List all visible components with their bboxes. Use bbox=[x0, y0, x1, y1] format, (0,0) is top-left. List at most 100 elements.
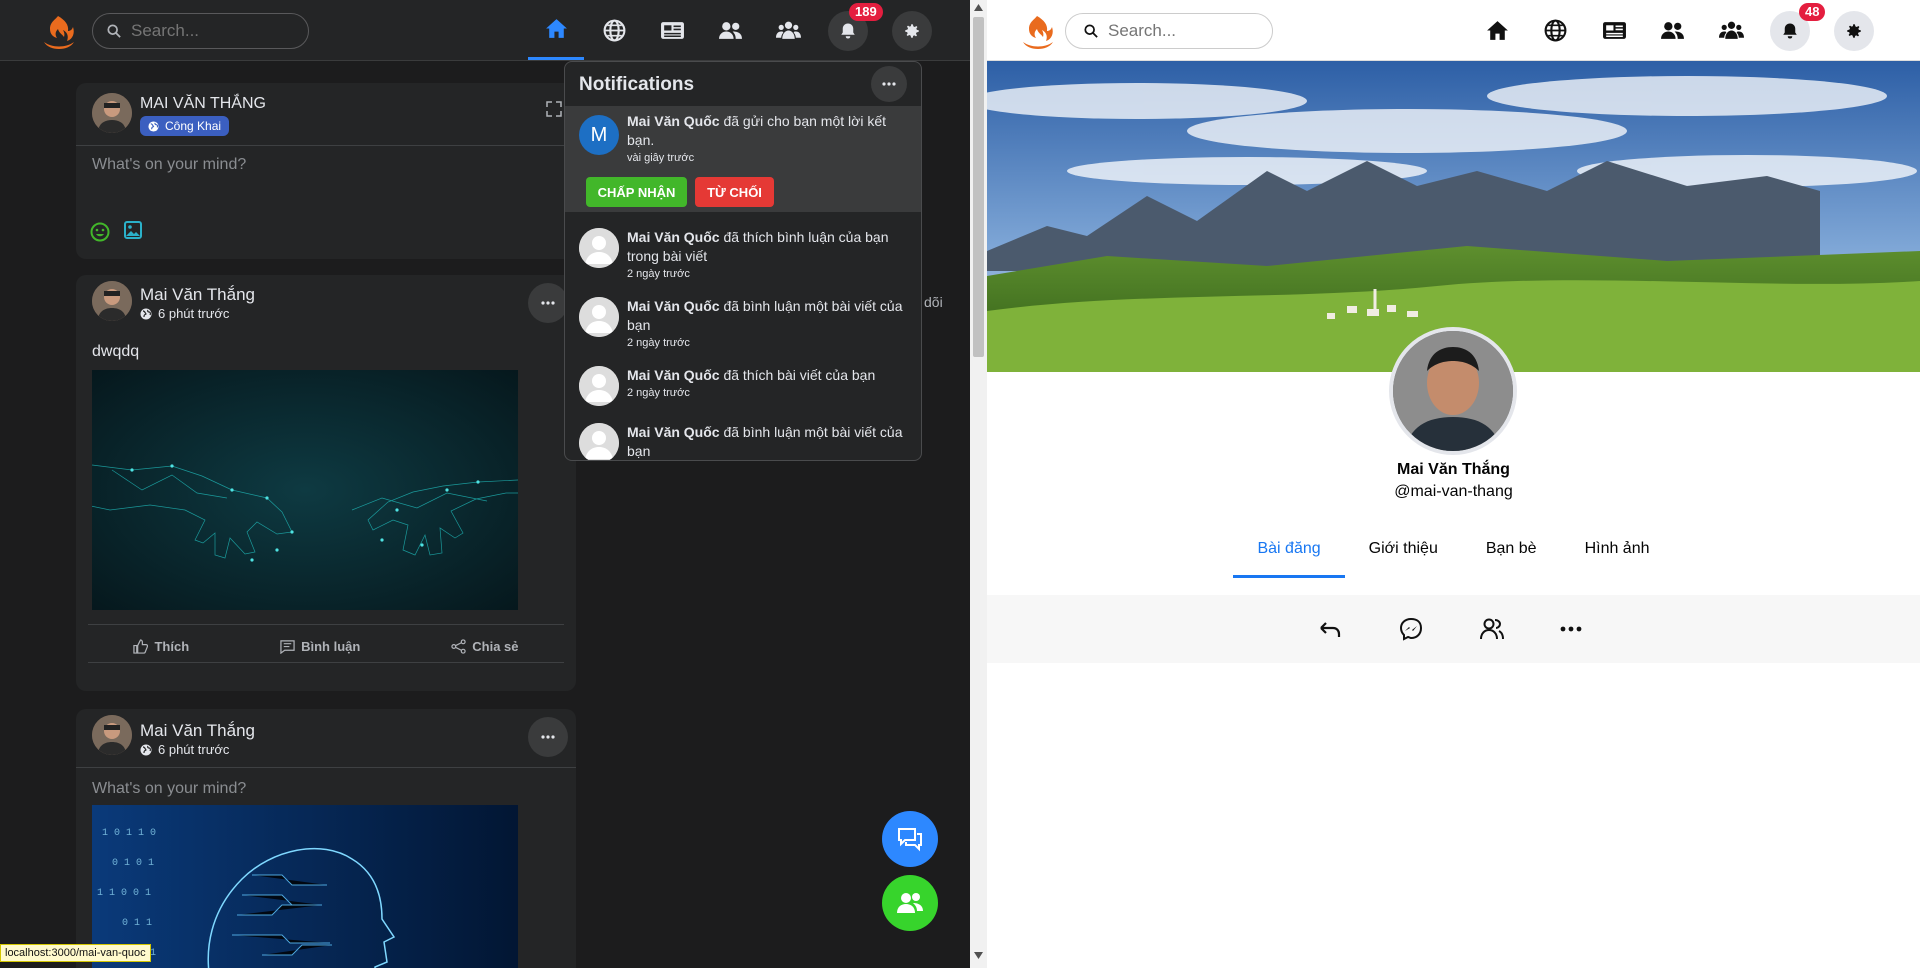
nav-explore[interactable] bbox=[1527, 0, 1583, 60]
like-label: Thích bbox=[154, 638, 190, 654]
gear-icon bbox=[905, 24, 919, 38]
notification-count-badge: 48 bbox=[1799, 3, 1826, 21]
post-author[interactable]: Mai Văn Thắng bbox=[140, 721, 255, 741]
post-meta: 6 phút trước bbox=[140, 306, 229, 321]
contacts-button[interactable] bbox=[882, 875, 938, 931]
contacts-icon bbox=[897, 893, 923, 913]
scroll-up-icon[interactable] bbox=[974, 4, 983, 11]
settings-button[interactable] bbox=[1834, 11, 1874, 51]
nav-explore[interactable] bbox=[586, 0, 642, 60]
nav-friends[interactable] bbox=[702, 0, 758, 60]
share-icon bbox=[451, 638, 466, 654]
notifications-options-button[interactable] bbox=[871, 66, 907, 102]
expand-icon[interactable] bbox=[546, 101, 562, 117]
globe-icon bbox=[1544, 19, 1566, 41]
post-text: What's on your mind? bbox=[92, 780, 247, 797]
notification-item[interactable]: Mai Văn Quốc đã bình luận một bài viết c… bbox=[565, 423, 921, 460]
status-bar-url: localhost:3000/mai-van-quoc bbox=[0, 944, 151, 962]
avatar bbox=[579, 297, 619, 337]
post-options-button[interactable] bbox=[528, 717, 568, 757]
notification-text: Mai Văn Quốc đã bình luận một bài viết c… bbox=[627, 423, 912, 460]
post-options-button[interactable] bbox=[528, 283, 568, 323]
search-input[interactable] bbox=[131, 21, 281, 41]
notification-item[interactable]: Mai Văn Quốc đã thích bình luận của bạn … bbox=[565, 228, 921, 288]
composer-input[interactable]: What's on your mind? bbox=[92, 156, 246, 174]
post-actions: Thích Bình luận Chia sẻ bbox=[88, 633, 564, 659]
composer-username: MAI VĂN THẮNG bbox=[140, 95, 266, 112]
tab-about[interactable]: Giới thiệu bbox=[1345, 530, 1462, 578]
groups-icon bbox=[1718, 21, 1744, 39]
notification-count-badge: 189 bbox=[849, 3, 883, 21]
more-icon[interactable] bbox=[1560, 626, 1582, 632]
post-author[interactable]: Mai Văn Thắng bbox=[140, 285, 255, 305]
undo-icon[interactable] bbox=[1318, 618, 1342, 640]
nav-groups[interactable] bbox=[760, 0, 816, 60]
newspaper-icon bbox=[660, 21, 684, 39]
nav-groups[interactable] bbox=[1703, 0, 1759, 60]
like-icon bbox=[133, 638, 149, 654]
more-icon bbox=[541, 735, 555, 739]
nav-news[interactable] bbox=[1586, 0, 1642, 60]
tab-friends[interactable]: Bạn bè bbox=[1462, 530, 1561, 578]
scroll-down-icon[interactable] bbox=[974, 952, 983, 959]
svg-text:1 0 1 1 0: 1 0 1 1 0 bbox=[102, 828, 156, 839]
scrollbar-thumb[interactable] bbox=[973, 17, 984, 357]
messenger-icon[interactable] bbox=[1399, 617, 1423, 641]
nav-friends[interactable] bbox=[1644, 0, 1700, 60]
post-image[interactable]: 1 0 1 1 00 1 0 11 1 0 0 10 1 11 0 1 0 1 bbox=[92, 805, 518, 968]
post-time: 6 phút trước bbox=[158, 742, 230, 757]
friends-icon bbox=[718, 21, 742, 39]
search-input[interactable] bbox=[1108, 21, 1258, 41]
search-icon bbox=[1084, 24, 1098, 38]
app-logo[interactable] bbox=[1017, 12, 1057, 50]
avatar[interactable] bbox=[92, 93, 132, 133]
avatar[interactable] bbox=[92, 281, 132, 321]
notification-text: Mai Văn Quốc đã thích bình luận của bạn … bbox=[627, 228, 912, 266]
like-button[interactable]: Thích bbox=[133, 633, 189, 659]
avatar bbox=[579, 228, 619, 268]
notification-actor: Mai Văn Quốc bbox=[627, 229, 720, 245]
friends-icon bbox=[1660, 21, 1684, 39]
avatar: M bbox=[579, 115, 619, 155]
tab-posts[interactable]: Bài đăng bbox=[1233, 530, 1345, 578]
nav-news[interactable] bbox=[644, 0, 700, 60]
comment-label: Bình luận bbox=[301, 638, 361, 654]
notification-actor: Mai Văn Quốc bbox=[627, 424, 720, 440]
top-navbar: 189 bbox=[0, 0, 970, 61]
search-bar[interactable] bbox=[92, 13, 309, 49]
chat-button[interactable] bbox=[882, 811, 938, 867]
notification-actor: Mai Văn Quốc bbox=[627, 298, 720, 314]
avatar[interactable] bbox=[92, 715, 132, 755]
notification-item[interactable]: Mai Văn Quốc đã bình luận một bài viết c… bbox=[565, 297, 921, 357]
privacy-selector[interactable]: Công Khai bbox=[140, 116, 230, 136]
notification-actor: Mai Văn Quốc bbox=[627, 367, 720, 383]
app-logo[interactable] bbox=[38, 12, 78, 50]
globe-icon bbox=[140, 744, 152, 755]
nav-home[interactable] bbox=[528, 0, 584, 60]
friends-icon[interactable] bbox=[1479, 617, 1505, 641]
top-navbar: 48 bbox=[987, 0, 1920, 61]
profile-avatar[interactable] bbox=[1389, 327, 1517, 455]
profile-tabs: Bài đăng Giới thiệu Bạn bè Hình ảnh bbox=[987, 530, 1920, 578]
search-bar[interactable] bbox=[1065, 13, 1273, 49]
reject-button[interactable]: TỪ CHỐI bbox=[695, 177, 774, 207]
comment-button[interactable]: Bình luận bbox=[280, 633, 360, 659]
svg-text:1 1 0 0 1: 1 1 0 0 1 bbox=[97, 888, 151, 899]
search-icon bbox=[107, 24, 121, 38]
scrollbar[interactable] bbox=[970, 0, 987, 968]
emoji-icon[interactable] bbox=[90, 222, 110, 242]
nav-home[interactable] bbox=[1469, 0, 1525, 60]
image-icon[interactable] bbox=[124, 221, 142, 239]
notification-item[interactable]: Mai Văn Quốc đã thích bài viết của bạn 2… bbox=[565, 366, 921, 412]
notification-item[interactable]: M Mai Văn Quốc đã gửi cho bạn một lời kế… bbox=[565, 106, 921, 212]
settings-button[interactable] bbox=[892, 11, 932, 51]
post-image[interactable] bbox=[92, 370, 518, 610]
cover-photo[interactable] bbox=[987, 61, 1920, 372]
accept-button[interactable]: CHẤP NHẬN bbox=[586, 177, 687, 207]
notification-time: 2 ngày trước bbox=[627, 337, 690, 349]
post-card: Mai Văn Thắng 6 phút trước dwqdq Thích B… bbox=[76, 275, 576, 691]
tab-photos[interactable]: Hình ảnh bbox=[1561, 530, 1674, 578]
more-icon bbox=[882, 82, 896, 86]
share-button[interactable]: Chia sẻ bbox=[451, 633, 519, 659]
divider bbox=[88, 662, 564, 663]
